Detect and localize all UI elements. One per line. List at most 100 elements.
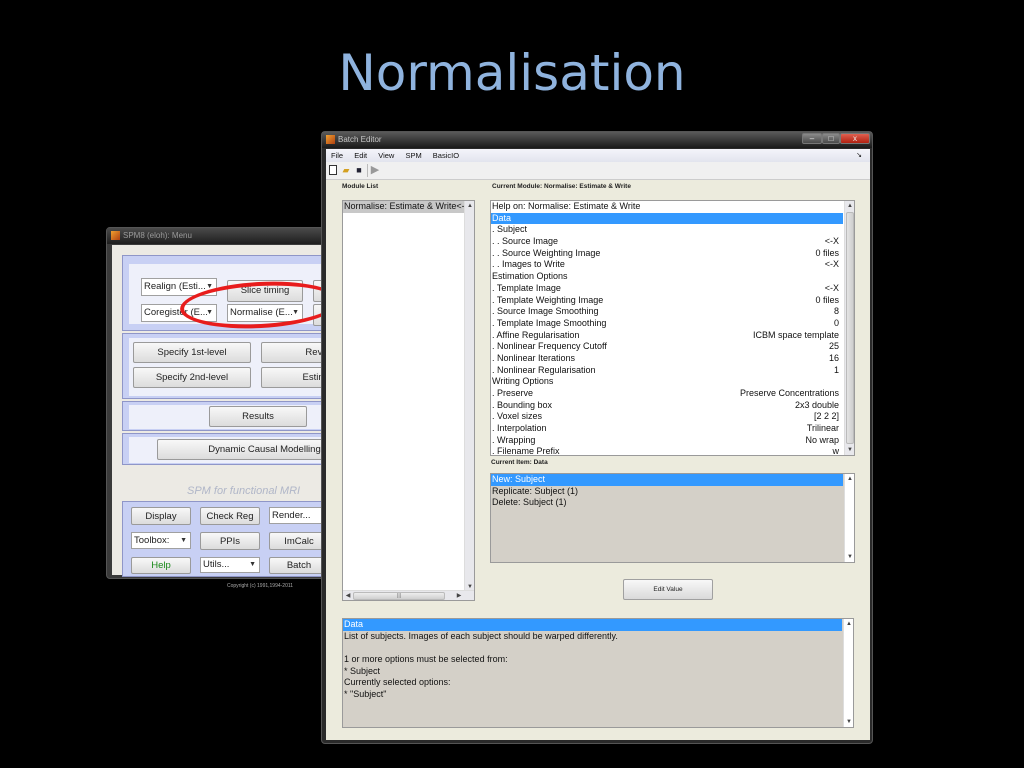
hscroll-thumb[interactable]: |||: [353, 592, 445, 600]
tools-panel: Display Check Reg Render... Toolbox: ▼ PP…: [122, 501, 332, 577]
module-row-label: . Voxel sizes: [492, 411, 543, 422]
module-row-value: w: [832, 446, 840, 456]
ppis-button[interactable]: PPIs: [200, 532, 260, 550]
module-row[interactable]: Data: [491, 212, 843, 225]
module-row[interactable]: . Template Weighting Image 0 files: [491, 295, 843, 307]
item-action-row[interactable]: New: Subject: [491, 474, 843, 486]
utils-select[interactable]: Utils... ▼: [200, 557, 260, 573]
open-folder-icon[interactable]: ▰: [341, 165, 351, 175]
save-icon[interactable]: ■: [354, 165, 364, 175]
edit-value-button[interactable]: Edit Value: [623, 579, 713, 600]
scroll-up-icon[interactable]: ▲: [844, 619, 853, 629]
scroll-left-icon[interactable]: ◀: [343, 591, 353, 600]
dcm-button[interactable]: Dynamic Causal Modelling: [157, 439, 332, 460]
item-action-row[interactable]: Replicate: Subject (1): [491, 486, 843, 498]
help-text-box[interactable]: Data List of subjects. Images of each sub…: [342, 618, 854, 728]
module-row[interactable]: . Nonlinear Iterations 16: [491, 353, 843, 365]
spm-menu-titlebar[interactable]: SPM8 (eloh): Menu: [107, 228, 329, 244]
specify-2nd-level-button[interactable]: Specify 2nd-level: [133, 367, 251, 388]
module-row-label: . . Images to Write: [492, 259, 565, 270]
scroll-right-icon[interactable]: ▶: [454, 591, 464, 600]
item-action-row[interactable]: Delete: Subject (1): [491, 497, 843, 509]
scroll-down-icon[interactable]: ▼: [845, 552, 854, 562]
module-row[interactable]: . Voxel sizes [2 2 2]: [491, 411, 843, 423]
help-line: List of subjects. Images of each subject…: [344, 630, 618, 641]
display-button[interactable]: Display: [131, 507, 191, 525]
current-module-label: Current Module: Normalise: Estimate & Wr…: [492, 183, 631, 190]
minimize-button[interactable]: –: [802, 133, 822, 144]
current-item-label: Current Item: Data: [491, 459, 548, 466]
module-row[interactable]: . . Source Weighting Image 0 files: [491, 248, 843, 260]
batch-editor-titlebar[interactable]: Batch Editor – □ x: [322, 132, 872, 148]
menu-file[interactable]: File: [331, 151, 343, 160]
module-row-value: Preserve Concentrations: [739, 388, 839, 398]
module-row[interactable]: . Template Image Smoothing 0: [491, 318, 843, 330]
help-line: Data: [343, 619, 842, 631]
module-row[interactable]: . Subject: [491, 224, 843, 236]
module-list-hscroll[interactable]: ◀ ||| ▶: [343, 590, 474, 600]
toolbox-select[interactable]: Toolbox: ▼: [131, 532, 191, 549]
dock-arrow-icon[interactable]: ↘: [856, 149, 862, 162]
module-row-label: . Nonlinear Frequency Cutoff: [492, 341, 607, 352]
matlab-icon: [326, 135, 335, 144]
help-button[interactable]: Help: [131, 557, 191, 574]
scroll-up-icon[interactable]: ▲: [845, 201, 854, 211]
module-row[interactable]: Writing Options: [491, 376, 843, 388]
menu-spm[interactable]: SPM: [405, 151, 421, 160]
menu-view[interactable]: View: [378, 151, 394, 160]
module-row-label: Estimation Options: [492, 271, 568, 282]
module-list[interactable]: Normalise: Estimate & Write<- ▲ ▼ ◀ ||| …: [342, 200, 475, 601]
specify-1st-level-button[interactable]: Specify 1st-level: [133, 342, 251, 363]
scroll-up-icon[interactable]: ▲: [465, 201, 474, 211]
module-row[interactable]: . Nonlinear Regularisation 1: [491, 365, 843, 377]
scroll-down-icon[interactable]: ▼: [845, 445, 854, 455]
menu-edit[interactable]: Edit: [354, 151, 367, 160]
module-row[interactable]: . . Source Image <-X: [491, 236, 843, 248]
module-row-label: Writing Options: [492, 376, 554, 387]
vscroll-thumb[interactable]: [846, 212, 854, 444]
check-reg-button[interactable]: Check Reg: [200, 507, 260, 525]
module-row-value: <-X: [824, 282, 839, 293]
module-row[interactable]: Help on: Normalise: Estimate & Write: [491, 201, 843, 213]
module-row-label: . Preserve: [492, 388, 534, 398]
module-row-label: . Filename Prefix: [492, 446, 560, 456]
module-row[interactable]: Estimation Options: [491, 271, 843, 283]
module-row-label: . . Source Image: [492, 236, 559, 247]
current-module-list[interactable]: Help on: Normalise: Estimate & Write Data…: [490, 200, 855, 456]
help-vscroll[interactable]: ▲ ▼: [843, 619, 853, 727]
module-row[interactable]: . Affine Regularisation ICBM space templa…: [491, 330, 843, 342]
module-row[interactable]: . Bounding box 2x3 double: [491, 400, 843, 412]
run-icon[interactable]: ▶: [370, 165, 380, 176]
module-row[interactable]: . Template Image <-X: [491, 283, 843, 295]
module-row[interactable]: . Source Image Smoothing 8: [491, 306, 843, 318]
maximize-button[interactable]: □: [822, 133, 840, 144]
module-row-value: 2x3 double: [794, 399, 839, 410]
results-button[interactable]: Results: [209, 406, 307, 427]
scroll-up-icon[interactable]: ▲: [845, 474, 854, 484]
module-list-item[interactable]: Normalise: Estimate & Write<-: [343, 201, 465, 213]
batch-button[interactable]: Batch: [269, 557, 329, 574]
current-module-vscroll[interactable]: ▲ ▼: [844, 201, 854, 455]
imcalc-button[interactable]: ImCalc: [269, 532, 329, 550]
toolbar: ▰ ■ ▶: [326, 162, 870, 180]
module-row[interactable]: . . Images to Write <-X: [491, 259, 843, 271]
module-row[interactable]: . Interpolation Trilinear: [491, 423, 843, 435]
menu-basicio[interactable]: BasicIO: [433, 151, 459, 160]
module-row-value: Trilinear: [806, 423, 839, 434]
spm-menu-window: SPM8 (eloh): Menu Realign (Esti... ▼ Slic…: [106, 227, 341, 589]
new-file-icon[interactable]: [329, 165, 337, 175]
item-actions-list[interactable]: New: Subject Replicate: Subject (1) Delete…: [490, 473, 855, 563]
close-button[interactable]: x: [840, 133, 870, 144]
module-row[interactable]: . Nonlinear Frequency Cutoff 25: [491, 341, 843, 353]
scroll-down-icon[interactable]: ▼: [844, 717, 853, 727]
module-row-value: <-X: [824, 236, 839, 247]
module-row[interactable]: . Wrapping No wrap: [491, 435, 843, 447]
batch-editor-content: Module List Current Module: Normalise: E…: [326, 180, 870, 740]
module-list-vscroll[interactable]: ▲ ▼: [464, 201, 474, 592]
help-line: * "Subject": [344, 689, 387, 700]
module-row[interactable]: . Filename Prefix w: [491, 446, 843, 456]
module-row[interactable]: . Preserve Preserve Concentrations: [491, 388, 843, 400]
model-panel: Specify 1st-level Review Specify 2nd-lev…: [122, 333, 341, 399]
module-row-label: . Bounding box: [492, 399, 553, 410]
item-actions-vscroll[interactable]: ▲ ▼: [844, 474, 854, 562]
